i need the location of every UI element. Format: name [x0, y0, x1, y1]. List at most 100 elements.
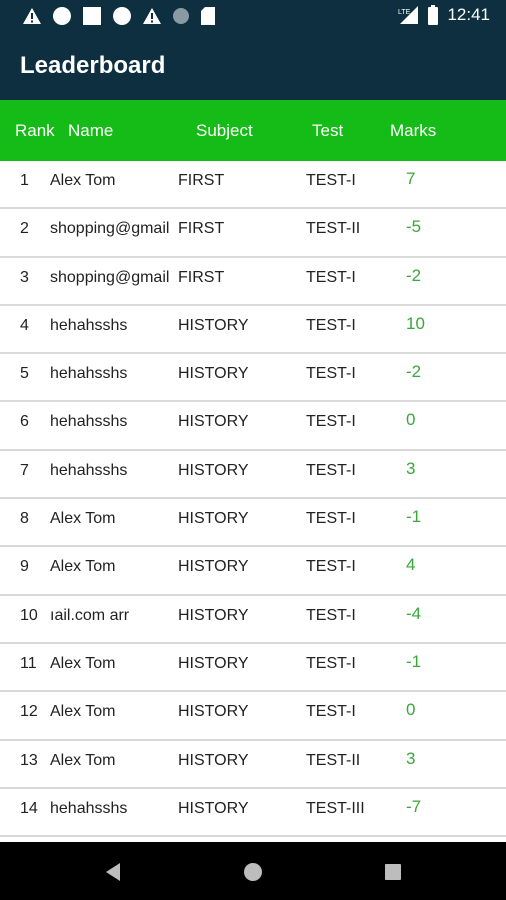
subject-cell: HISTORY — [178, 703, 249, 721]
system-icons: LTE 12:41 — [397, 4, 490, 26]
notification-icons — [22, 6, 216, 26]
marks-cell: 4 — [406, 555, 416, 575]
clock: 12:41 — [447, 5, 490, 24]
name-cell: Alex Tom — [50, 510, 116, 528]
name-cell: hehahsshs — [50, 316, 128, 334]
subject-cell: HISTORY — [178, 558, 249, 576]
name-cell: hehahsshs — [50, 799, 128, 817]
rank-cell: 5 — [20, 365, 29, 383]
name-cell: ıail.com arr — [50, 606, 130, 624]
header-rank: Rank — [15, 121, 55, 140]
subject-cell: HISTORY — [178, 461, 249, 479]
test-cell: TEST-I — [306, 558, 356, 576]
sd-card-icon — [201, 7, 215, 25]
test-cell: TEST-I — [306, 413, 356, 431]
navigation-bar — [0, 842, 506, 900]
name-cell: hehahsshs — [50, 413, 128, 431]
table-row[interactable]: 12 Alex Tom HISTORY TEST-I 0 — [0, 692, 506, 741]
square-icon — [83, 7, 101, 25]
test-cell: TEST-I — [306, 606, 356, 624]
table-row[interactable]: 7 hehahsshs HISTORY TEST-I 3 — [0, 451, 506, 500]
table-row[interactable]: 2 shopping@gmail FIRST TEST-II -5 — [0, 209, 506, 258]
rank-cell: 14 — [20, 799, 38, 817]
table-header: Rank Name Subject Test Marks — [0, 100, 506, 161]
table-row[interactable]: 5 hehahsshs HISTORY TEST-I -2 — [0, 354, 506, 403]
rank-cell: 1 — [20, 172, 29, 189]
rank-cell: 11 — [20, 654, 37, 672]
table-row[interactable]: 8 Alex Tom HISTORY TEST-I -1 — [0, 499, 506, 548]
marks-cell: -1 — [406, 651, 422, 671]
network-label: LTE — [398, 9, 411, 16]
test-cell: TEST-I — [306, 461, 356, 479]
subject-cell: HISTORY — [178, 316, 249, 334]
rank-cell: 4 — [20, 316, 29, 334]
marks-cell: 10 — [406, 313, 425, 333]
warning-icon — [23, 8, 41, 24]
subject-cell: HISTORY — [178, 751, 249, 769]
test-cell: TEST-I — [306, 703, 356, 721]
test-cell: TEST-I — [306, 654, 356, 672]
battery-icon — [428, 5, 439, 25]
table-row[interactable]: 3 shopping@gmail FIRST TEST-I -2 — [0, 258, 506, 306]
table-row[interactable]: 1 Alex Tom FIRST TEST-I 7 — [0, 161, 506, 210]
name-cell: shopping@gmail — [50, 220, 170, 238]
marks-cell: -7 — [406, 796, 422, 816]
marks-cell: -4 — [406, 603, 422, 623]
subject-cell: FIRST — [178, 220, 225, 238]
name-cell: Alex Tom — [50, 751, 116, 769]
rank-cell: 8 — [20, 510, 29, 528]
marks-cell: -1 — [406, 507, 422, 527]
name-cell: Alex Tom — [50, 654, 116, 672]
table-row[interactable]: 14 hehahsshs HISTORY TEST-III -7 — [0, 789, 506, 838]
rank-cell: 12 — [20, 703, 38, 721]
header-marks: Marks — [390, 121, 437, 140]
test-cell: TEST-I — [306, 510, 356, 528]
test-cell: TEST-III — [306, 799, 365, 817]
rank-cell: 7 — [20, 461, 29, 479]
name-cell: hehahsshs — [50, 365, 128, 383]
leaderboard-list[interactable]: 1 Alex Tom FIRST TEST-I 7 2 shopping@gmail FIRS… — [0, 161, 506, 841]
name-cell: Alex Tom — [50, 172, 116, 189]
header-test: Test — [312, 121, 344, 140]
rank-cell: 2 — [20, 220, 29, 238]
subject-cell: FIRST — [178, 268, 225, 286]
table-row[interactable]: 6 hehahsshs HISTORY TEST-I 0 — [0, 402, 506, 451]
rank-cell: 9 — [20, 558, 29, 576]
rank-cell: 10 — [20, 606, 38, 624]
home-icon[interactable] — [240, 859, 266, 885]
app-bar: Leaderboard — [0, 32, 506, 100]
back-icon[interactable] — [100, 859, 126, 885]
subject-cell: HISTORY — [178, 413, 249, 431]
status-bar: LTE 12:41 — [0, 0, 506, 32]
marks-cell: -2 — [406, 265, 422, 285]
marks-cell: -2 — [406, 362, 422, 382]
header-subject: Subject — [196, 121, 253, 140]
table-row[interactable]: 4 hehahsshs HISTORY TEST-I 10 — [0, 306, 506, 355]
subject-cell: HISTORY — [178, 654, 249, 672]
subject-cell: FIRST — [178, 172, 225, 189]
test-cell: TEST-I — [306, 268, 356, 286]
table-row[interactable]: 11 Alex Tom HISTORY TEST-I -1 — [0, 644, 506, 693]
circle-icon — [53, 7, 71, 25]
signal-icon: LTE — [398, 6, 419, 24]
marks-cell: 7 — [406, 169, 416, 188]
marks-cell: 3 — [406, 748, 416, 768]
table-row[interactable]: 13 Alex Tom HISTORY TEST-II 3 — [0, 741, 506, 789]
test-cell: TEST-I — [306, 316, 356, 334]
name-cell: shopping@gmail — [50, 268, 170, 286]
marks-cell: -5 — [406, 217, 422, 237]
recents-icon[interactable] — [380, 859, 406, 885]
name-cell: Alex Tom — [50, 558, 116, 576]
test-cell: TEST-I — [306, 365, 356, 383]
marks-cell: 0 — [406, 700, 416, 720]
subject-cell: HISTORY — [178, 365, 249, 383]
table-row[interactable]: 10 ıail.com arr HISTORY TEST-I -4 — [0, 596, 506, 644]
table-row[interactable]: 9 Alex Tom HISTORY TEST-I 4 — [0, 547, 506, 596]
subject-cell: HISTORY — [178, 799, 249, 817]
name-cell: Alex Tom — [50, 703, 116, 721]
header-name: Name — [68, 121, 114, 140]
test-cell: TEST-II — [306, 751, 361, 769]
test-cell: TEST-II — [306, 220, 361, 238]
warning-icon — [143, 8, 161, 24]
subject-cell: HISTORY — [178, 606, 249, 624]
